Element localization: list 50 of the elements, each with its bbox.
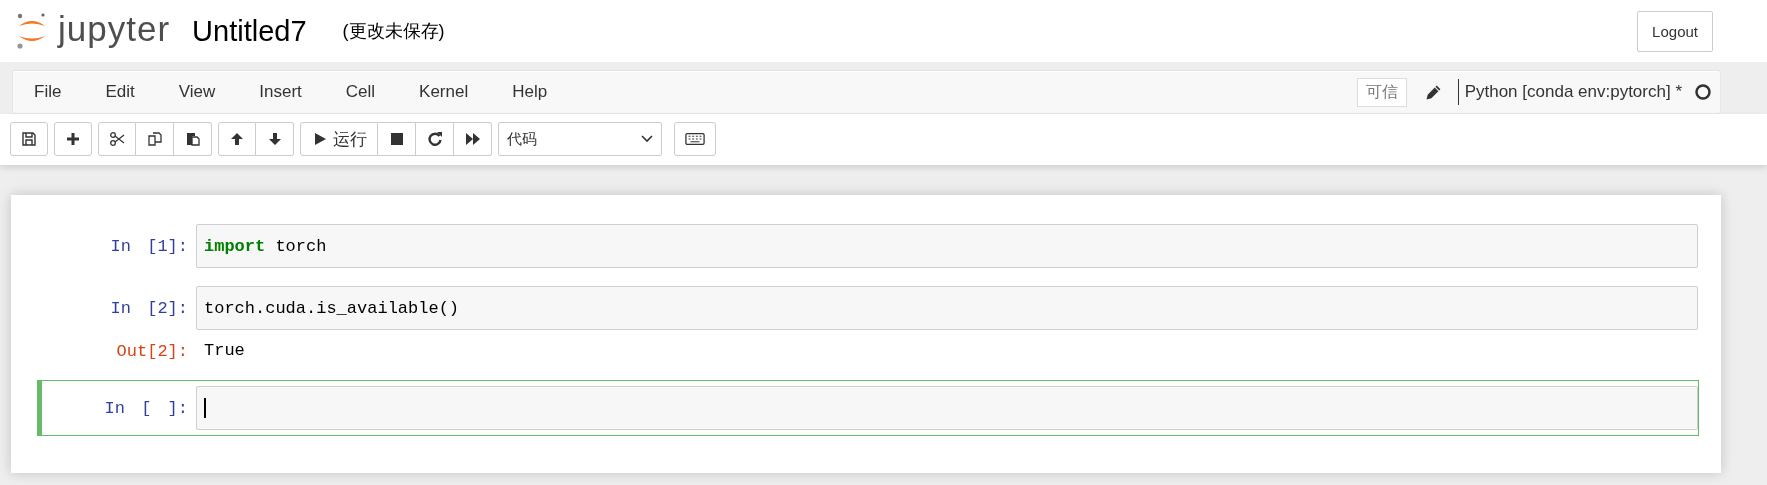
menu-item[interactable]: Insert: [237, 82, 324, 102]
menu-item[interactable]: Help: [490, 82, 570, 102]
output-prompt: Out[2]:: [115, 341, 189, 361]
jupyter-wordmark: jupyter: [58, 9, 171, 50]
input-prompt: In [2]:: [109, 298, 189, 318]
code-cell[interactable]: In [ ]:: [37, 380, 1699, 436]
menu-item[interactable]: View: [156, 82, 238, 102]
code-input[interactable]: [196, 386, 1698, 430]
paste-icon: [184, 131, 201, 147]
caret-icon: [641, 135, 653, 143]
arrow-up-button[interactable]: [218, 122, 256, 156]
keyboard-icon: [685, 132, 705, 146]
copy-button[interactable]: [136, 122, 174, 156]
code-cell[interactable]: In [1]: import torch: [37, 220, 1699, 272]
code-input[interactable]: torch.cuda.is_available(): [196, 286, 1698, 330]
logout-button[interactable]: Logout: [1637, 10, 1713, 52]
cell-output: True: [203, 340, 245, 362]
fast-forward-button[interactable]: [454, 122, 492, 156]
menu-item[interactable]: File: [13, 82, 84, 102]
play-icon: [313, 132, 327, 146]
input-prompt: In [ ]:: [103, 398, 189, 418]
input-prompt: In [1]:: [109, 236, 189, 256]
text-cursor: [204, 398, 206, 418]
code-cell[interactable]: In [2]: torch.cuda.is_available() Out[2]: True: [37, 282, 1699, 370]
arrow-up-icon: [229, 131, 245, 147]
scissors-icon: [109, 131, 125, 147]
save-button[interactable]: [10, 122, 48, 156]
scissors-button[interactable]: [98, 122, 136, 156]
menu-item[interactable]: Cell: [323, 82, 398, 102]
paste-button[interactable]: [174, 122, 212, 156]
copy-icon: [146, 131, 163, 147]
restart-button[interactable]: [416, 122, 454, 156]
kernel-name[interactable]: Python [conda env:pytorch] *: [1457, 79, 1682, 105]
menu-item[interactable]: Edit: [83, 82, 157, 102]
notebook-title[interactable]: Untitled7: [192, 14, 307, 48]
stop-button[interactable]: [378, 122, 416, 156]
cell-type-dropdown[interactable]: 代码: [498, 122, 662, 156]
arrow-down-button[interactable]: [256, 122, 294, 156]
keyboard-button[interactable]: [674, 122, 716, 156]
plus-button[interactable]: [54, 122, 92, 156]
restart-icon: [426, 131, 443, 147]
fast-forward-icon: [464, 131, 481, 147]
stop-icon: [388, 131, 405, 147]
run-button[interactable]: 运行: [300, 122, 378, 156]
menu-item[interactable]: Kernel: [397, 82, 491, 102]
trusted-badge[interactable]: 可信: [1356, 77, 1407, 107]
plus-icon: [65, 131, 81, 147]
save-status: (更改未保存): [342, 20, 445, 43]
code-input[interactable]: import torch: [196, 224, 1698, 268]
save-icon: [21, 131, 37, 147]
